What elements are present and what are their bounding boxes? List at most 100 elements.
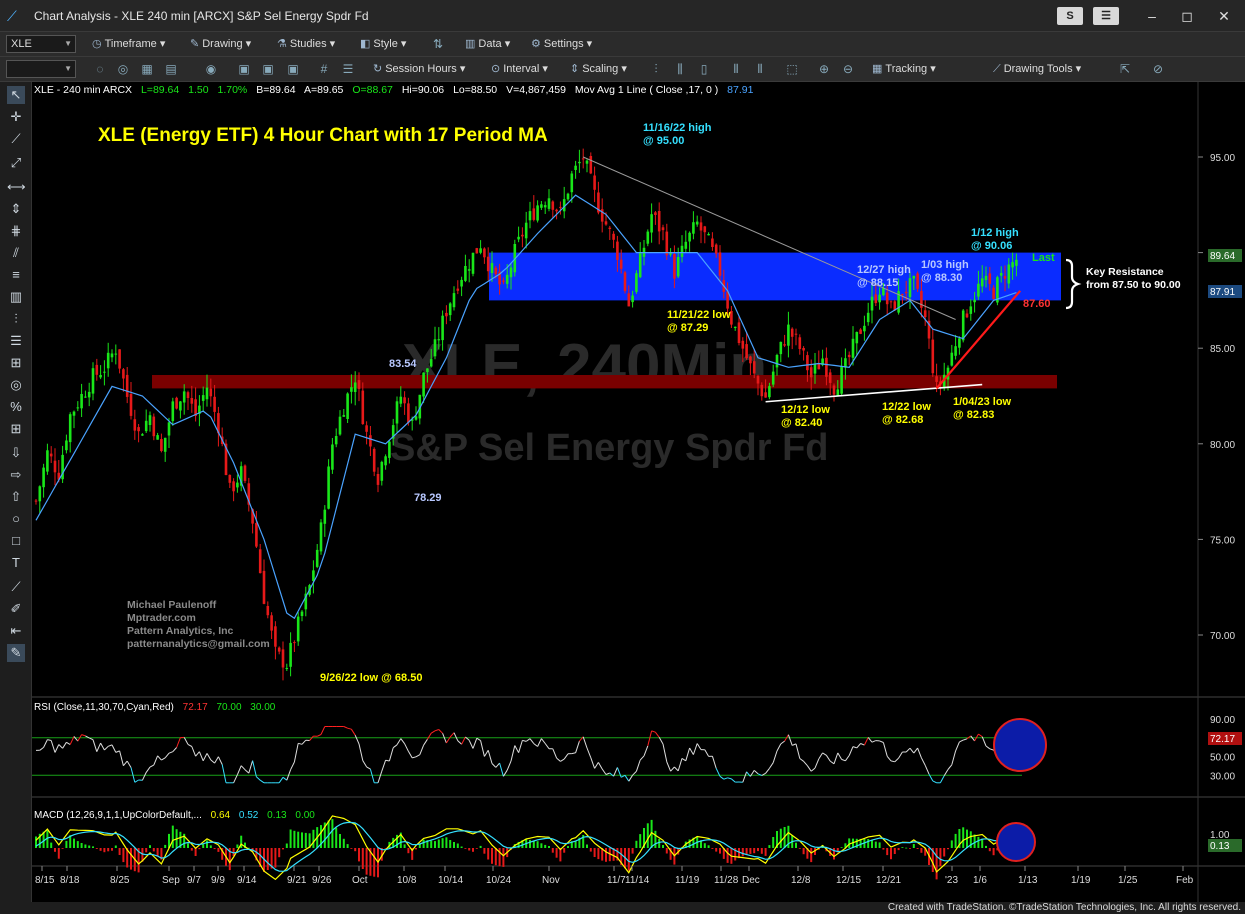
candle-style-icon[interactable]: ⫼ bbox=[672, 61, 688, 77]
annot-low-926: 9/26/22 low @ 68.50 bbox=[320, 672, 422, 684]
link-chain-icon[interactable]: ⊘ bbox=[1150, 61, 1166, 77]
macd-histogram-bar bbox=[342, 838, 345, 848]
rsi-segment bbox=[476, 737, 481, 742]
chart-area[interactable]: XLE, 240Min S&P Sel Energy Spdr Fd 95.00… bbox=[32, 82, 1245, 902]
candle-body bbox=[331, 444, 334, 470]
hollow-candle-icon[interactable]: ▯ bbox=[696, 61, 712, 77]
rsi-value: 72.17 bbox=[183, 702, 208, 713]
symbol-input[interactable]: XLE ▼ bbox=[6, 35, 76, 53]
circle-target-icon[interactable]: ◎ bbox=[7, 376, 25, 394]
session-hours-menu[interactable]: ↻ Session Hours ▾ bbox=[373, 61, 465, 78]
candle-body bbox=[885, 292, 889, 305]
rsi-segment bbox=[765, 768, 770, 774]
pointer-icon[interactable]: ↖ bbox=[7, 86, 25, 104]
candle-body bbox=[543, 205, 547, 208]
style-menu[interactable]: ◧ Style ▾ bbox=[360, 36, 406, 53]
horizontal-line-icon[interactable]: ⟷ bbox=[7, 178, 26, 196]
candle-body bbox=[768, 386, 771, 398]
bar-style-icon[interactable]: ⫶ bbox=[648, 61, 664, 77]
rsi-segment bbox=[404, 743, 409, 752]
target-icon[interactable]: ◎ bbox=[115, 61, 131, 77]
settings-menu[interactable]: ⚙ Settings ▾ bbox=[531, 36, 592, 53]
date-tick-label: 8/15 bbox=[35, 875, 55, 886]
ellipse-icon[interactable]: ○ bbox=[7, 510, 25, 528]
freehand-icon[interactable]: ⟋ bbox=[7, 578, 25, 596]
link-icon[interactable]: ⇅ bbox=[430, 36, 446, 52]
parallel-icon[interactable]: ⫽ bbox=[7, 244, 25, 262]
export-icon[interactable]: ⇱ bbox=[1117, 61, 1133, 77]
workspace-select[interactable]: ▼ bbox=[6, 60, 76, 78]
chart2-icon[interactable]: ▣ bbox=[260, 61, 276, 77]
drawing-menu[interactable]: ✎ Drawing ▾ bbox=[190, 36, 251, 53]
levels-icon[interactable]: ☰ bbox=[7, 332, 25, 350]
grid-icon[interactable]: ⊞ bbox=[7, 420, 25, 438]
expand-icon[interactable]: ⬚ bbox=[784, 61, 800, 77]
eraser-icon[interactable]: ✐ bbox=[7, 600, 25, 618]
volume-icon[interactable]: ⫴ bbox=[728, 61, 744, 77]
window-menu-button[interactable]: ☰ bbox=[1093, 7, 1119, 25]
maximize-button[interactable]: ◻ bbox=[1177, 8, 1197, 24]
rsi-segment bbox=[810, 767, 816, 772]
macd-histogram-bar bbox=[487, 848, 490, 860]
macd-histogram-bar bbox=[646, 823, 649, 848]
rsi-segment bbox=[240, 765, 246, 771]
trendline-icon[interactable]: ⟋ bbox=[7, 130, 25, 148]
text-icon[interactable]: T bbox=[7, 554, 25, 572]
interval-menu[interactable]: ⊙ Interval ▾ bbox=[491, 61, 548, 78]
key-resistance-brace bbox=[1065, 258, 1082, 310]
s-button[interactable]: S bbox=[1057, 7, 1083, 25]
minimize-button[interactable]: – bbox=[1142, 8, 1162, 24]
grid-icon[interactable]: ▤ bbox=[163, 61, 179, 77]
arrow-up-icon[interactable]: ⇧ bbox=[7, 488, 25, 506]
drawing-tools-menu[interactable]: ⟋ Drawing Tools ▾ bbox=[993, 61, 1081, 78]
chart3-icon[interactable]: ▣ bbox=[285, 61, 301, 77]
readout-open: O=88.67 bbox=[352, 84, 393, 96]
scaling-menu[interactable]: ⇕ Scaling ▾ bbox=[570, 61, 627, 78]
candle-body bbox=[228, 474, 232, 483]
zoom-out-icon[interactable]: ⊖ bbox=[840, 61, 856, 77]
macd-histogram-bar bbox=[194, 848, 197, 856]
candle-body bbox=[661, 227, 665, 231]
ray-icon[interactable]: ⤢ bbox=[7, 154, 25, 172]
crosshair-icon[interactable]: ✛ bbox=[7, 108, 25, 126]
bars-icon[interactable]: ▥ bbox=[7, 288, 25, 306]
gann-icon[interactable]: ⊞ bbox=[7, 354, 25, 372]
channel-icon[interactable]: ⋕ bbox=[7, 222, 25, 240]
refresh-icon[interactable]: ◌ bbox=[92, 61, 108, 77]
cycle-icon[interactable]: ◉ bbox=[203, 61, 219, 77]
close-button[interactable]: ✕ bbox=[1214, 8, 1234, 24]
date-tick-label: 8/18 bbox=[60, 875, 80, 886]
rsi-segment bbox=[252, 760, 257, 777]
candle-body bbox=[1003, 276, 1007, 279]
rsi-segment bbox=[692, 743, 698, 755]
rsi-segment bbox=[985, 745, 991, 750]
chart-icon[interactable]: ▣ bbox=[236, 61, 252, 77]
candle-body bbox=[581, 158, 585, 160]
hash-icon[interactable]: # bbox=[316, 61, 332, 77]
candle-body bbox=[80, 394, 83, 409]
candle-body bbox=[270, 615, 273, 631]
candle-body bbox=[152, 416, 156, 437]
rsi-highlight-circle bbox=[993, 718, 1047, 772]
volume2-icon[interactable]: ⫴ bbox=[752, 61, 768, 77]
rsi-segment bbox=[499, 762, 504, 777]
data-menu[interactable]: ▥ Data ▾ bbox=[465, 36, 510, 53]
arrow-right-icon[interactable]: ⇨ bbox=[7, 466, 25, 484]
resistance-band bbox=[489, 252, 1061, 301]
rsi-segment bbox=[510, 745, 516, 762]
arrow-down-icon[interactable]: ⇩ bbox=[7, 444, 25, 462]
rectangle-icon[interactable]: □ bbox=[7, 532, 25, 550]
tracking-menu[interactable]: ▦ Tracking ▾ bbox=[872, 61, 936, 78]
list-icon[interactable]: ☰ bbox=[340, 61, 356, 77]
speed-lines-icon[interactable]: ⫶ bbox=[7, 310, 25, 328]
percent-icon[interactable]: % bbox=[7, 398, 25, 416]
pencil-edit-icon[interactable]: ✎ bbox=[7, 644, 25, 662]
timeframe-menu[interactable]: ◷ Timeframe ▾ bbox=[92, 36, 165, 53]
vertical-line-icon[interactable]: ⇕ bbox=[7, 200, 25, 218]
macd-histogram-bar bbox=[741, 848, 744, 857]
studies-menu[interactable]: ⚗ Studies ▾ bbox=[277, 36, 335, 53]
zoom-in-icon[interactable]: ⊕ bbox=[816, 61, 832, 77]
fib-icon[interactable]: ≡ bbox=[7, 266, 25, 284]
extend-icon[interactable]: ⇤ bbox=[7, 622, 25, 640]
calendar-icon[interactable]: ▦ bbox=[139, 61, 155, 77]
